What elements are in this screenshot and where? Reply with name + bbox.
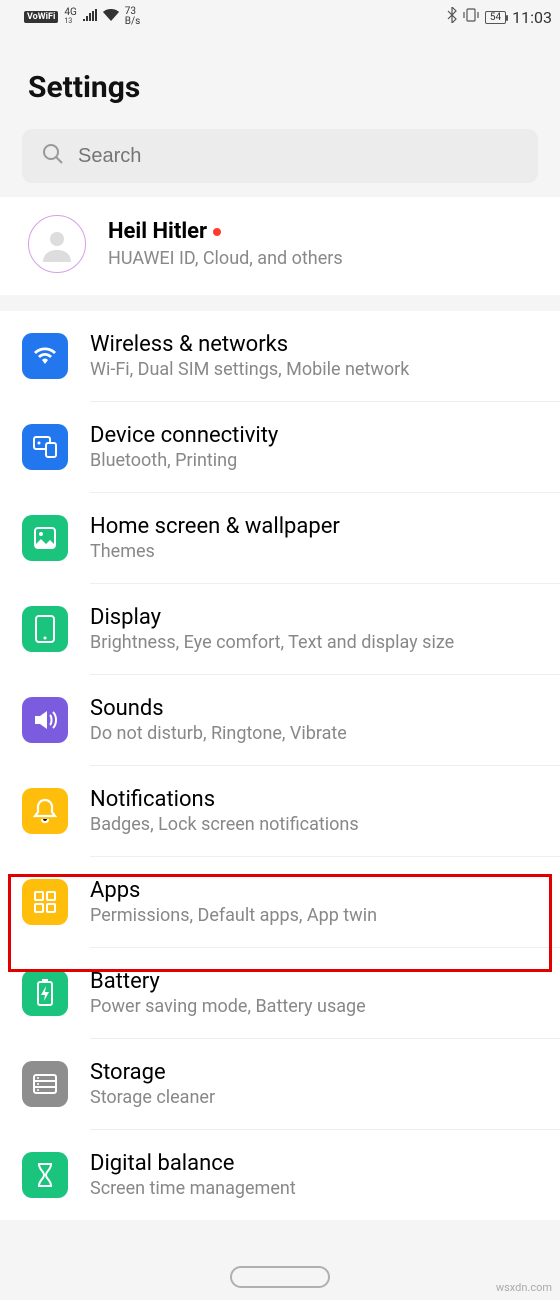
search-icon	[42, 143, 64, 169]
settings-item-wireless-networks[interactable]: Wireless & networksWi-Fi, Dual SIM setti…	[0, 311, 560, 401]
page-title: Settings	[0, 34, 560, 129]
display-icon	[22, 606, 68, 652]
vibrate-icon	[463, 8, 479, 26]
avatar	[28, 215, 86, 273]
clock: 11:03	[512, 8, 552, 27]
item-subtitle: Screen time management	[90, 1178, 550, 1199]
settings-list: Wireless & networksWi-Fi, Dual SIM setti…	[0, 311, 560, 1220]
signal-icon	[83, 9, 97, 25]
storage-icon	[22, 1061, 68, 1107]
item-subtitle: Power saving mode, Battery usage	[90, 996, 550, 1017]
nav-pill[interactable]	[230, 1266, 330, 1288]
search-box[interactable]	[22, 129, 538, 183]
home-wallpaper-icon	[22, 515, 68, 561]
settings-item-device-connectivity[interactable]: Device connectivityBluetooth, Printing	[0, 402, 560, 492]
apps-icon	[22, 879, 68, 925]
status-bar: VoWiFi 4G13 73B/s 54 11:03	[0, 0, 560, 34]
battery-indicator: 54	[485, 11, 506, 24]
settings-item-display[interactable]: DisplayBrightness, Eye comfort, Text and…	[0, 584, 560, 674]
settings-item-notifications[interactable]: NotificationsBadges, Lock screen notific…	[0, 766, 560, 856]
vowifi-badge: VoWiFi	[24, 11, 58, 23]
item-subtitle: Permissions, Default apps, App twin	[90, 905, 550, 926]
account-row[interactable]: Heil Hitler HUAWEI ID, Cloud, and others	[0, 197, 560, 295]
item-subtitle: Wi-Fi, Dual SIM settings, Mobile network	[90, 359, 550, 380]
device-connectivity-icon	[22, 424, 68, 470]
battery-icon	[22, 970, 68, 1016]
digital-balance-icon	[22, 1152, 68, 1198]
item-title: Device connectivity	[90, 423, 550, 448]
item-subtitle: Brightness, Eye comfort, Text and displa…	[90, 632, 550, 653]
item-subtitle: Themes	[90, 541, 550, 562]
settings-item-storage[interactable]: StorageStorage cleaner	[0, 1039, 560, 1129]
network-indicator: 4G13	[64, 9, 76, 25]
item-title: Sounds	[90, 696, 550, 721]
wifi-status-icon	[103, 9, 119, 25]
settings-item-sounds[interactable]: SoundsDo not disturb, Ringtone, Vibrate	[0, 675, 560, 765]
section-gap	[0, 295, 560, 311]
item-title: Home screen & wallpaper	[90, 514, 550, 539]
sounds-icon	[22, 697, 68, 743]
settings-item-digital-balance[interactable]: Digital balanceScreen time management	[0, 1130, 560, 1220]
item-subtitle: Do not disturb, Ringtone, Vibrate	[90, 723, 550, 744]
notifications-icon	[22, 788, 68, 834]
wifi-icon	[22, 333, 68, 379]
settings-item-home-screen-wallpaper[interactable]: Home screen & wallpaperThemes	[0, 493, 560, 583]
account-subtitle: HUAWEI ID, Cloud, and others	[108, 248, 538, 269]
settings-item-battery[interactable]: BatteryPower saving mode, Battery usage	[0, 948, 560, 1038]
item-subtitle: Bluetooth, Printing	[90, 450, 550, 471]
item-title: Wireless & networks	[90, 332, 550, 357]
item-subtitle: Storage cleaner	[90, 1087, 550, 1108]
item-title: Notifications	[90, 787, 550, 812]
item-title: Apps	[90, 878, 550, 903]
search-input[interactable]	[78, 145, 518, 168]
data-speed: 73B/s	[125, 7, 141, 27]
item-subtitle: Badges, Lock screen notifications	[90, 814, 550, 835]
item-title: Display	[90, 605, 550, 630]
notification-dot-icon	[213, 228, 221, 236]
watermark: wsxdn.com	[496, 1281, 552, 1294]
item-title: Battery	[90, 969, 550, 994]
item-title: Digital balance	[90, 1151, 550, 1176]
bluetooth-icon	[447, 7, 457, 27]
settings-item-apps[interactable]: AppsPermissions, Default apps, App twin	[0, 857, 560, 947]
item-title: Storage	[90, 1060, 550, 1085]
account-name: Heil Hitler	[108, 219, 538, 244]
